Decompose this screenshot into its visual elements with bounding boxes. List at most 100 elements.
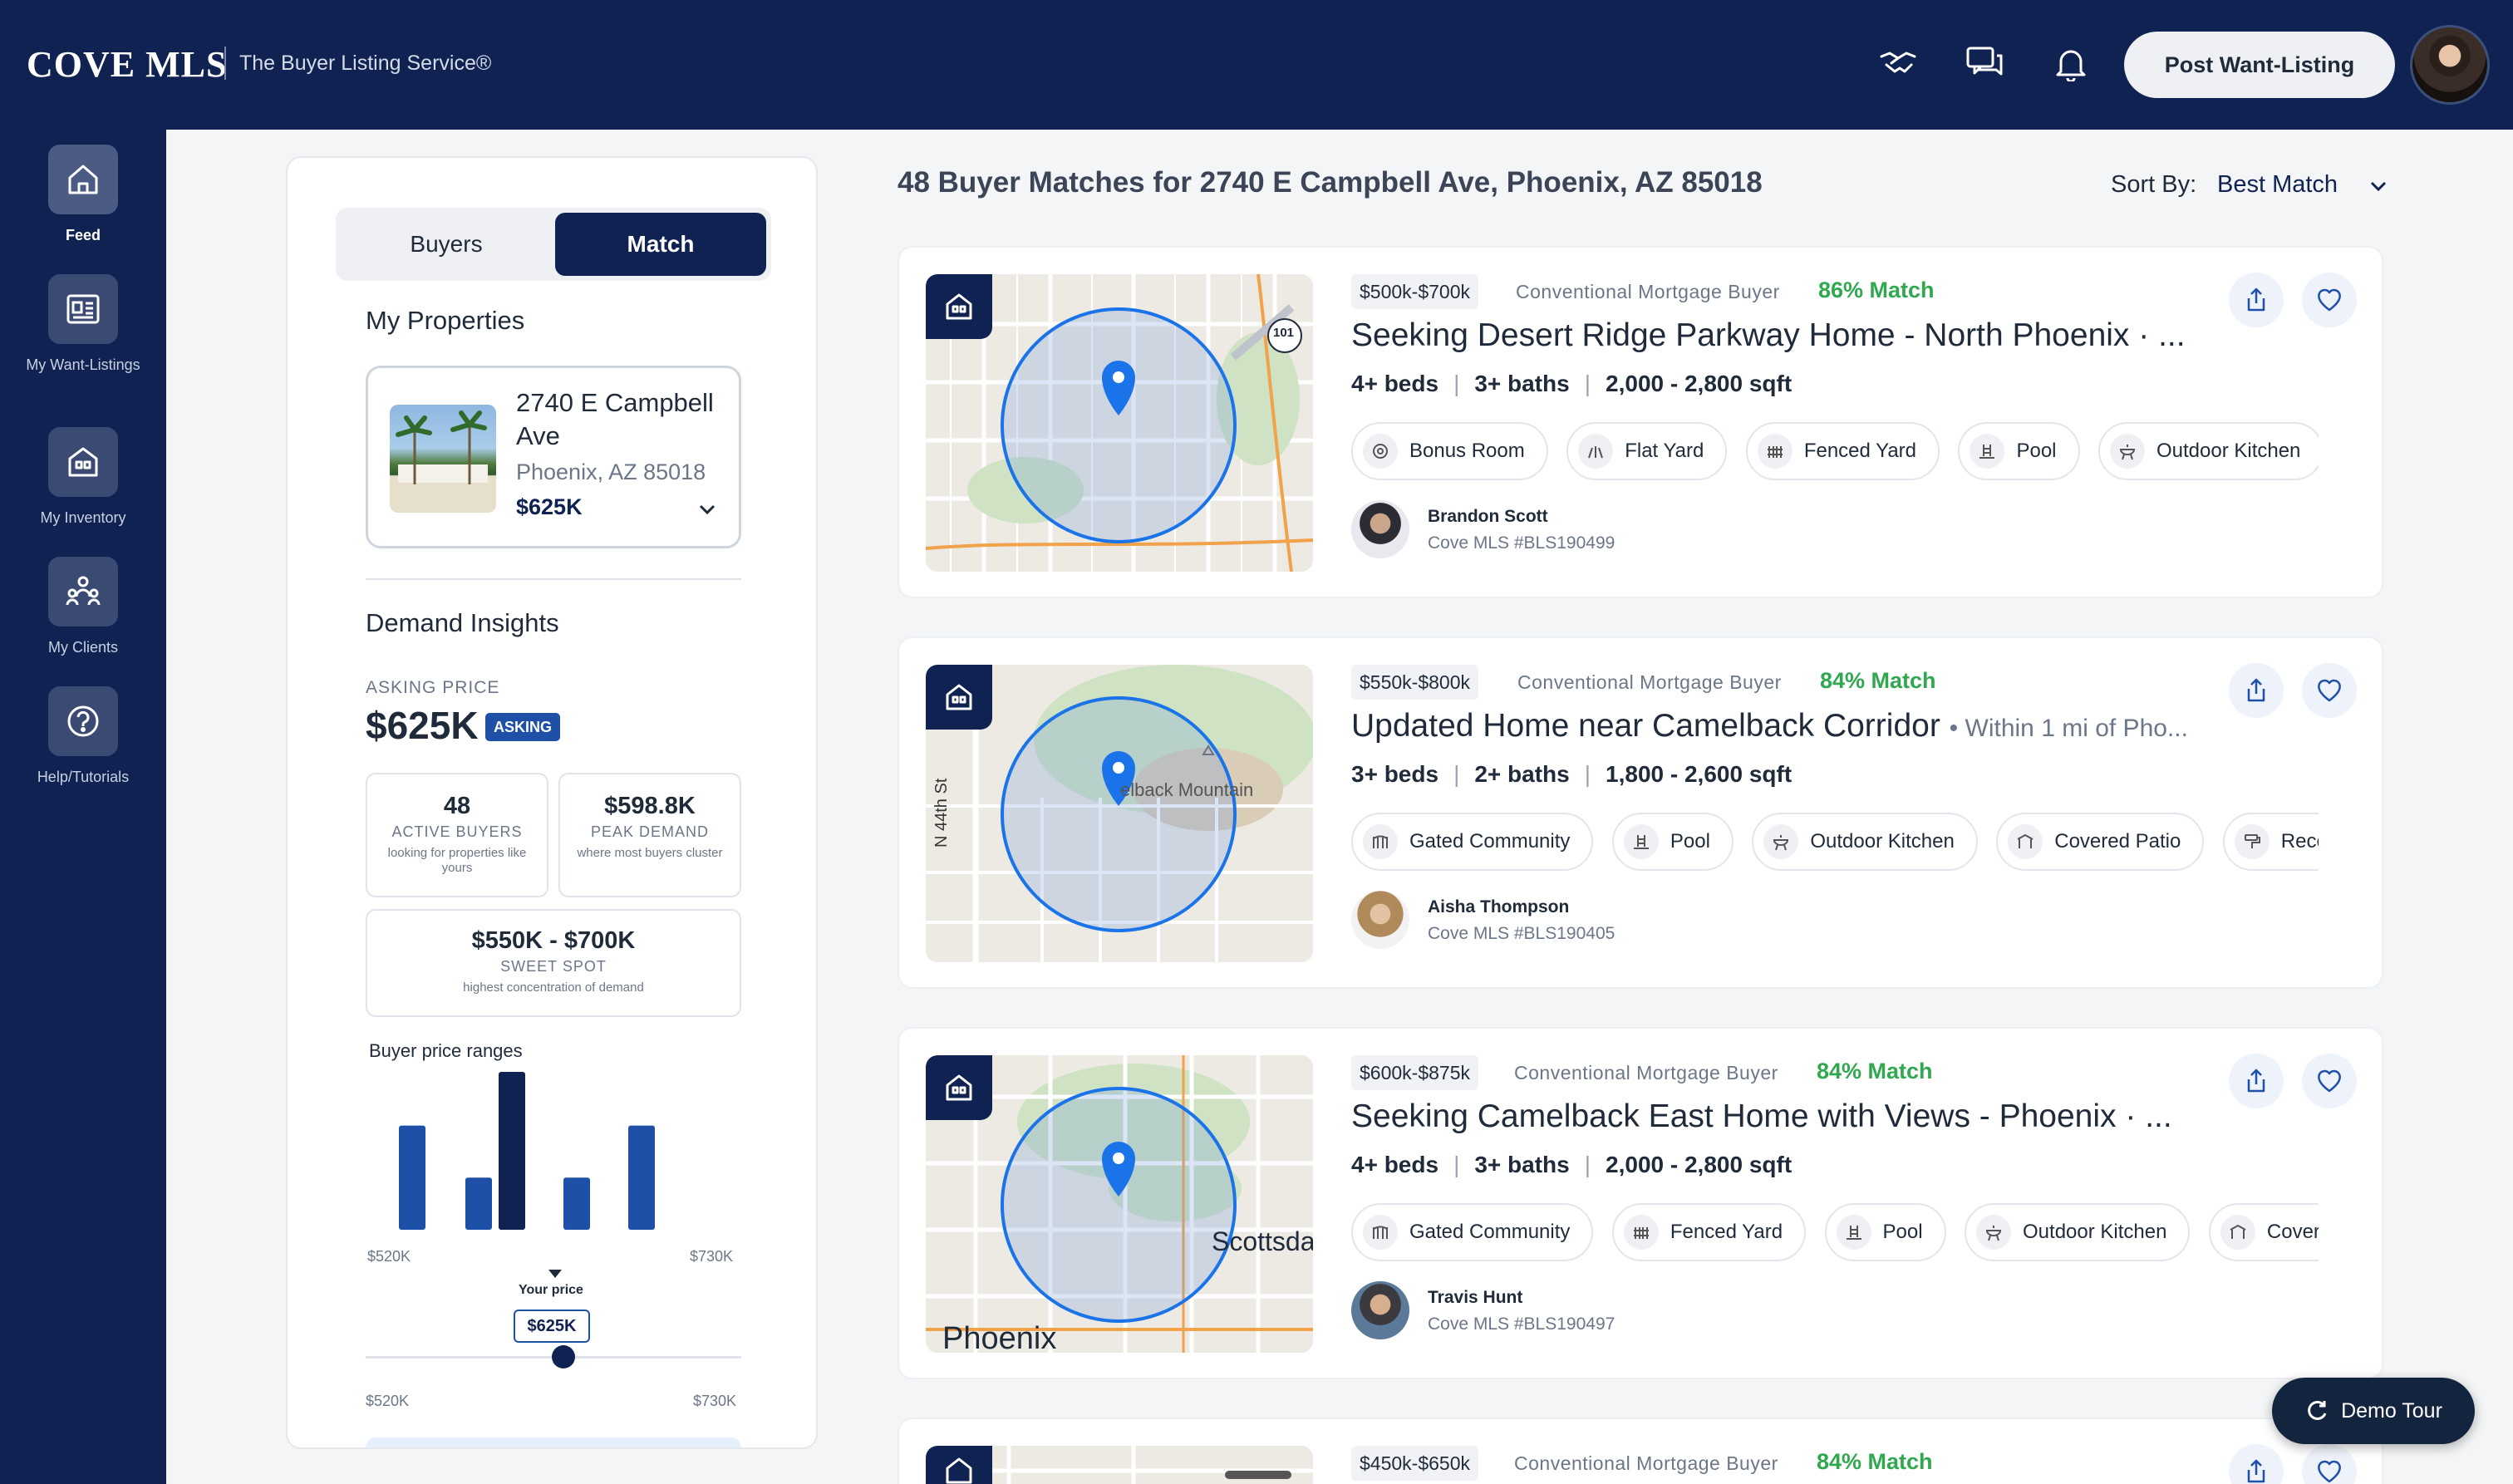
bell-icon[interactable] (2049, 42, 2093, 85)
sort-label: Sort By: (2111, 171, 2197, 198)
map-thumbnail[interactable]: Scottsda Phoenix (926, 1055, 1313, 1353)
tab-match[interactable]: Match (555, 213, 766, 276)
buyer-match-card[interactable]: $450k-$650k Conventional Mortgage Buyer … (898, 1418, 2383, 1484)
nav-item-want-listings[interactable]: My Want-Listings (0, 274, 166, 376)
patio-icon (2008, 824, 2043, 859)
nav-item-clients[interactable]: My Clients (0, 557, 166, 658)
heart-icon[interactable] (2302, 1054, 2357, 1108)
buyer-type: Conventional Mortgage Buyer (1514, 1062, 1778, 1084)
nav-label: My Inventory (40, 509, 126, 526)
property-selector[interactable]: 2740 E Campbell Ave Phoenix, AZ 85018 $6… (366, 366, 741, 548)
nav-item-feed[interactable]: Feed (0, 145, 166, 246)
buyer-type: Conventional Mortgage Buyer (1516, 281, 1780, 302)
card-title[interactable]: Seeking Camelback East Home with Views -… (1351, 1098, 2191, 1135)
heart-icon[interactable] (2302, 273, 2357, 327)
gate-icon (1363, 1215, 1398, 1250)
tab-buyers[interactable]: Buyers (341, 213, 552, 276)
separator: | (1453, 1152, 1460, 1177)
agent-avatar[interactable] (1351, 500, 1409, 558)
active-buyers-stat: 48 ACTIVE BUYERS looking for properties … (366, 773, 548, 897)
tagline: The Buyer Listing Service® (239, 52, 492, 75)
agent-name[interactable]: Brandon Scott (1428, 507, 1548, 527)
share-icon[interactable] (2229, 273, 2284, 327)
price-slider-thumb[interactable] (552, 1345, 575, 1369)
feature-label: Covered Patio (2054, 830, 2181, 853)
card-title[interactable]: Updated Home near Camelback Corridor • W… (1351, 708, 2191, 744)
feature-chip[interactable]: Fenced Yard (1745, 422, 1940, 480)
pool-icon (1970, 434, 2005, 469)
feature-chip[interactable]: Outdoor Kitchen (1752, 813, 1978, 871)
handshake-icon[interactable] (1876, 42, 1920, 85)
separator: | (1453, 371, 1460, 396)
map-street-label: N 44th St (932, 778, 951, 848)
match-percent: 84% Match (1820, 668, 1936, 693)
feature-chip[interactable]: Gated Community (1351, 813, 1594, 871)
demo-tour-button[interactable]: Demo Tour (2272, 1378, 2475, 1444)
card-title[interactable]: Seeking Desert Ridge Parkway Home - Nort… (1351, 317, 2191, 354)
baths: 3+ baths (1474, 1152, 1570, 1177)
feature-label: Gated Community (1409, 830, 1571, 853)
heart-icon[interactable] (2302, 663, 2357, 718)
stat-value: $550K - $700K (471, 927, 636, 954)
chevron-down-icon[interactable] (2367, 174, 2390, 198)
agent-avatar[interactable] (1351, 891, 1409, 949)
feature-chip[interactable]: Gated Community (1351, 1203, 1594, 1261)
nav-item-inventory[interactable]: My Inventory (0, 427, 166, 528)
feature-chip[interactable]: Bonus Room (1351, 422, 1548, 480)
feature-chip[interactable]: Pool (1958, 422, 2080, 480)
agent-id: Cove MLS #BLS190405 (1428, 924, 1616, 943)
grill-icon (1976, 1215, 2012, 1250)
share-icon[interactable] (2229, 1054, 2284, 1108)
map-city-label: Phoenix (942, 1321, 1057, 1353)
feature-chips: Gated Community Fenced Yard Pool Outdoor… (1351, 1203, 2319, 1263)
house-badge-icon (926, 274, 992, 339)
feature-chip[interactable]: Fenced Yard (1611, 1203, 1807, 1261)
asking-price: $625K (366, 704, 479, 747)
heart-icon[interactable] (2302, 1444, 2357, 1484)
agent-name[interactable]: Aisha Thompson (1428, 897, 1569, 917)
agent-name[interactable]: Travis Hunt (1428, 1288, 1522, 1308)
feature-chip[interactable]: Pool (1611, 813, 1734, 871)
help-icon (48, 686, 118, 756)
pool-icon (1623, 824, 1659, 859)
post-want-listing-button[interactable]: Post Want-Listing (2124, 32, 2395, 98)
feature-chip[interactable]: Outdoor Kitchen (1965, 1203, 2191, 1261)
your-price-label: Your price (519, 1283, 583, 1297)
agent-avatar[interactable] (1351, 1281, 1409, 1339)
title-text: Updated Home near Camelback Corridor (1351, 708, 1940, 744)
map-highway-label: 101 (1273, 326, 1295, 340)
feature-chip[interactable]: Coverec (2208, 1203, 2319, 1261)
map-thumbnail[interactable] (926, 1446, 1313, 1484)
feature-label: Flat Yard (1625, 440, 1704, 462)
stat-label: SWEET SPOT (500, 958, 607, 975)
sort-dropdown[interactable]: Best Match (2217, 171, 2338, 199)
feature-chip[interactable]: Outdoor Kitchen (2097, 422, 2319, 480)
match-percent: 84% Match (1817, 1449, 1933, 1474)
user-avatar[interactable] (2410, 25, 2490, 105)
chevron-down-icon[interactable] (692, 494, 722, 524)
buyer-match-card[interactable]: 101 $500k-$700k Conventional Mortgage Bu… (898, 246, 2383, 598)
beds: 4+ beds (1351, 371, 1439, 396)
buyer-price-chart (399, 1072, 655, 1230)
logo[interactable]: COVE MLS (27, 43, 227, 86)
nav-item-help[interactable]: Help/Tutorials (0, 686, 166, 788)
map-thumbnail[interactable]: 101 (926, 274, 1313, 572)
feature-label: Outdoor Kitchen (1810, 830, 1955, 853)
property-address: 2740 E Campbell Ave (516, 388, 714, 450)
feature-chip[interactable]: Covered Patio (1996, 813, 2205, 871)
share-icon[interactable] (2229, 663, 2284, 718)
stat-value: $598.8K (604, 793, 696, 819)
specs: 4+ beds | 3+ baths | 2,000 - 2,800 sqft (1351, 371, 1792, 397)
feature-chip[interactable]: Pool (1824, 1203, 1946, 1261)
fence-icon (1757, 434, 1793, 469)
house-badge-icon (926, 1055, 992, 1120)
chat-icon[interactable] (1963, 42, 2006, 85)
buyer-match-card[interactable]: Scottsda Phoenix $600k-$875k Conventiona… (898, 1027, 2383, 1379)
feature-label: Outdoor Kitchen (2156, 440, 2301, 462)
feature-chip[interactable]: Recen (2222, 813, 2319, 871)
share-icon[interactable] (2229, 1444, 2284, 1484)
feature-chip[interactable]: Flat Yard (1566, 422, 1728, 480)
agent-id: Cove MLS #BLS190497 (1428, 1314, 1616, 1334)
buyer-match-card[interactable]: elback Mountain N 44th St $550k-$800k Co… (898, 636, 2383, 989)
map-thumbnail[interactable]: elback Mountain N 44th St (926, 665, 1313, 962)
